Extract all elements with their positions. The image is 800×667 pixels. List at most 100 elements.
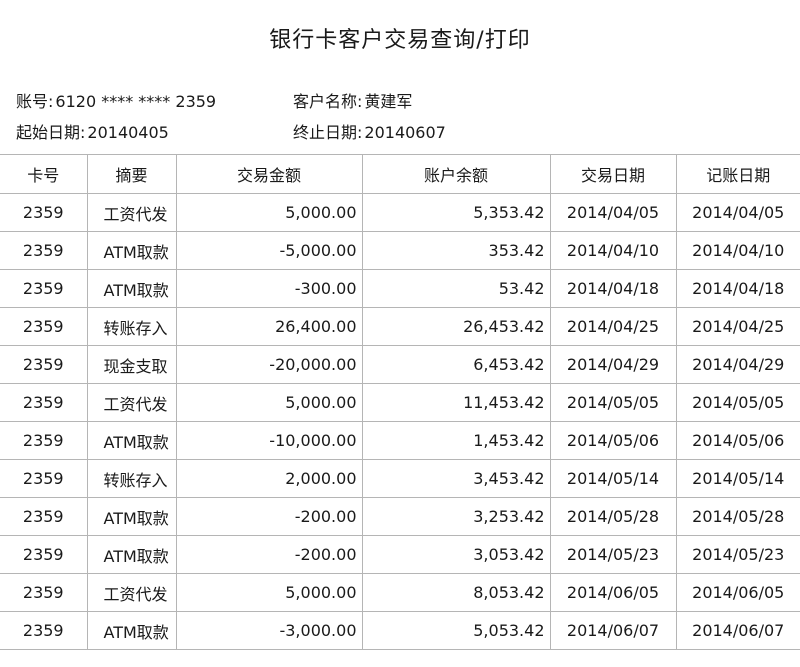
account-info: 账号: 6120 **** **** 2359 (16, 88, 216, 112)
cell-card-number: 2359 (0, 497, 88, 536)
cell-account-balance: 53.42 (361, 269, 551, 308)
end-date: 20140607 (364, 123, 446, 142)
cell-card-number: 2359 (0, 421, 88, 460)
cell-posting-date: 2014/04/18 (675, 269, 800, 308)
header-account-balance: 账户余额 (361, 154, 551, 194)
table-row: 2359 ATM取款 -200.00 3,253.42 2014/05/28 2014/0… (0, 497, 800, 536)
cell-summary: ATM取款 (86, 535, 177, 574)
customer-name: 黄建军 (364, 92, 413, 111)
cell-posting-date: 2014/05/05 (675, 383, 800, 422)
start-date-info: 起始日期: 20140405 (16, 119, 169, 143)
cell-summary: 转账存入 (86, 307, 177, 346)
cell-account-balance: 8,053.42 (361, 573, 551, 612)
cell-transaction-amount: -3,000.00 (175, 611, 363, 650)
cell-transaction-date: 2014/05/14 (549, 459, 677, 498)
table-header-row: 卡号 摘要 交易金额 账户余额 交易日期 记账日期 (0, 154, 800, 194)
cell-transaction-date: 2014/04/29 (549, 345, 677, 384)
cell-transaction-amount: -10,000.00 (175, 421, 363, 460)
start-date-label: 起始日期: (16, 123, 86, 142)
cell-transaction-amount: 2,000.00 (175, 459, 363, 498)
header-posting-date: 记账日期 (675, 154, 800, 194)
cell-transaction-date: 2014/04/18 (549, 269, 677, 308)
cell-posting-date: 2014/05/06 (675, 421, 800, 460)
cell-summary: ATM取款 (86, 421, 177, 460)
cell-card-number: 2359 (0, 307, 88, 346)
cell-transaction-amount: -20,000.00 (175, 345, 363, 384)
cell-transaction-amount: 5,000.00 (175, 193, 363, 232)
cell-transaction-amount: 26,400.00 (175, 307, 363, 346)
table-row: 2359 工资代发 5,000.00 8,053.42 2014/06/05 2014/0… (0, 573, 800, 612)
header-transaction-date: 交易日期 (549, 154, 677, 194)
account-label: 账号: (16, 92, 54, 111)
table-row: 2359 工资代发 5,000.00 5,353.42 2014/04/05 2014/0… (0, 193, 800, 232)
end-date-label: 终止日期: (293, 123, 363, 142)
cell-posting-date: 2014/06/05 (675, 573, 800, 612)
cell-transaction-amount: -200.00 (175, 535, 363, 574)
cell-card-number: 2359 (0, 231, 88, 270)
cell-summary: ATM取款 (86, 269, 177, 308)
cell-summary: 转账存入 (86, 459, 177, 498)
cell-account-balance: 26,453.42 (361, 307, 551, 346)
table-row: 2359 转账存入 26,400.00 26,453.42 2014/04/25 2014… (0, 307, 800, 346)
cell-account-balance: 1,453.42 (361, 421, 551, 460)
table-body: 2359 工资代发 5,000.00 5,353.42 2014/04/05 2014/0… (0, 193, 800, 650)
customer-name-label: 客户名称: (293, 92, 363, 111)
table-row: 2359 ATM取款 -300.00 53.42 2014/04/18 2014/04/1… (0, 269, 800, 308)
cell-posting-date: 2014/04/29 (675, 345, 800, 384)
cell-account-balance: 5,053.42 (361, 611, 551, 650)
page-title: 银行卡客户交易查询/打印 (269, 28, 531, 53)
header-card-number: 卡号 (0, 154, 88, 194)
cell-posting-date: 2014/05/14 (675, 459, 800, 498)
cell-summary: 工资代发 (86, 193, 177, 232)
cell-account-balance: 5,353.42 (361, 193, 551, 232)
cell-posting-date: 2014/05/28 (675, 497, 800, 536)
end-date-info: 终止日期: 20140607 (293, 119, 446, 143)
cell-account-balance: 3,253.42 (361, 497, 551, 536)
table-row: 2359 现金支取 -20,000.00 6,453.42 2014/04/29 2014… (0, 345, 800, 384)
transaction-table: 卡号 摘要 交易金额 账户余额 交易日期 记账日期 2359 工资代发 5,000.… (0, 154, 800, 650)
cell-transaction-date: 2014/04/05 (549, 193, 677, 232)
table-row: 2359 ATM取款 -200.00 3,053.42 2014/05/23 2014/0… (0, 535, 800, 574)
cell-card-number: 2359 (0, 535, 88, 574)
cell-transaction-date: 2014/06/07 (549, 611, 677, 650)
table-row: 2359 ATM取款 -3,000.00 5,053.42 2014/06/07 2014… (0, 611, 800, 650)
cell-posting-date: 2014/04/05 (675, 193, 800, 232)
cell-account-balance: 3,053.42 (361, 535, 551, 574)
cell-transaction-amount: -5,000.00 (175, 231, 363, 270)
cell-card-number: 2359 (0, 269, 88, 308)
cell-account-balance: 353.42 (361, 231, 551, 270)
cell-card-number: 2359 (0, 345, 88, 384)
cell-summary: 现金支取 (86, 345, 177, 384)
cell-transaction-amount: 5,000.00 (175, 573, 363, 612)
cell-account-balance: 6,453.42 (361, 345, 551, 384)
table-row: 2359 ATM取款 -10,000.00 1,453.42 2014/05/06 201… (0, 421, 800, 460)
cell-summary: ATM取款 (86, 611, 177, 650)
cell-transaction-amount: -200.00 (175, 497, 363, 536)
cell-account-balance: 3,453.42 (361, 459, 551, 498)
cell-transaction-date: 2014/05/06 (549, 421, 677, 460)
cell-card-number: 2359 (0, 459, 88, 498)
account-number: 6120 **** **** 2359 (55, 92, 217, 111)
table-row: 2359 转账存入 2,000.00 3,453.42 2014/05/14 2014/0… (0, 459, 800, 498)
start-date: 20140405 (87, 123, 169, 142)
cell-posting-date: 2014/04/25 (675, 307, 800, 346)
cell-transaction-amount: -300.00 (175, 269, 363, 308)
cell-transaction-date: 2014/05/23 (549, 535, 677, 574)
cell-posting-date: 2014/04/10 (675, 231, 800, 270)
header-transaction-amount: 交易金额 (175, 154, 363, 194)
cell-summary: 工资代发 (86, 383, 177, 422)
cell-card-number: 2359 (0, 383, 88, 422)
cell-transaction-date: 2014/05/28 (549, 497, 677, 536)
cell-transaction-amount: 5,000.00 (175, 383, 363, 422)
cell-account-balance: 11,453.42 (361, 383, 551, 422)
cell-summary: 工资代发 (86, 573, 177, 612)
table-row: 2359 工资代发 5,000.00 11,453.42 2014/05/05 2014/… (0, 383, 800, 422)
cell-posting-date: 2014/05/23 (675, 535, 800, 574)
customer-info: 客户名称: 黄建军 (293, 88, 412, 112)
cell-card-number: 2359 (0, 193, 88, 232)
cell-transaction-date: 2014/06/05 (549, 573, 677, 612)
cell-summary: ATM取款 (86, 497, 177, 536)
table-row: 2359 ATM取款 -5,000.00 353.42 2014/04/10 2014/0… (0, 231, 800, 270)
cell-transaction-date: 2014/05/05 (549, 383, 677, 422)
cell-transaction-date: 2014/04/10 (549, 231, 677, 270)
